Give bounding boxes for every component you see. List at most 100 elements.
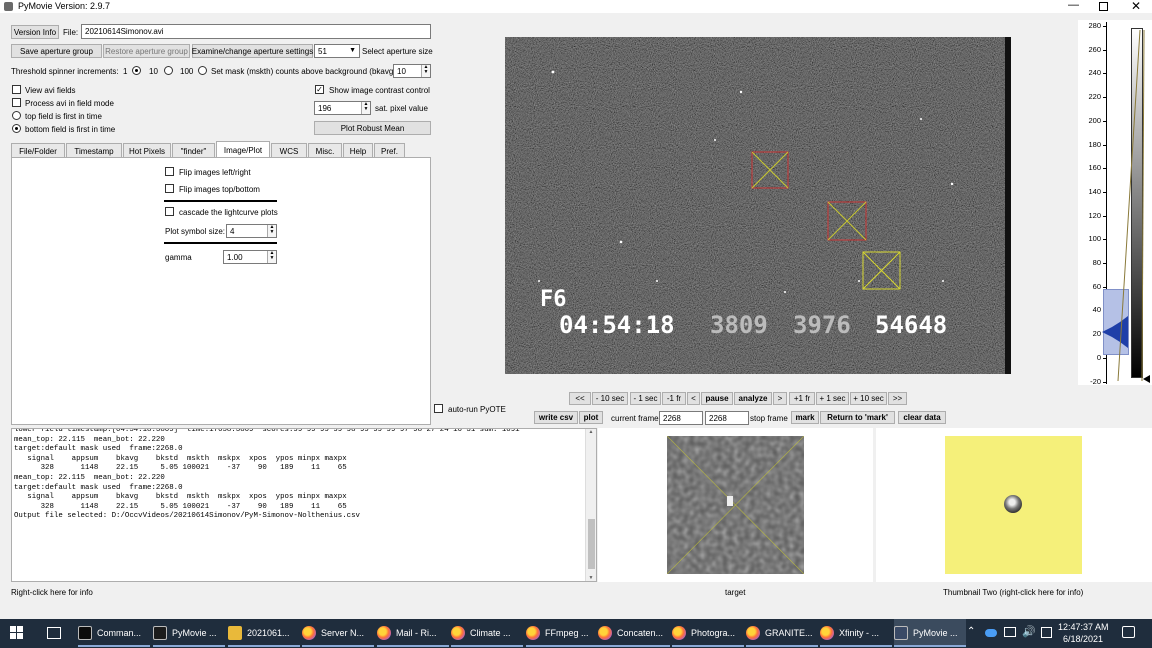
- sat-pixel-spinner[interactable]: 196 ▲ ▼: [314, 101, 371, 115]
- thumbnail-two[interactable]: [945, 436, 1082, 574]
- current-frame-field[interactable]: 2268: [659, 411, 703, 425]
- plot-symbol-spinner[interactable]: 4 ▲ ▼: [226, 224, 277, 238]
- log-scrollbar[interactable]: ▲ ▼: [585, 429, 596, 581]
- scroll-down-icon[interactable]: ▼: [586, 575, 596, 581]
- taskbar-item[interactable]: Photogra...: [672, 619, 744, 647]
- tab-filefolder[interactable]: File/Folder: [11, 143, 65, 158]
- tray-chevron-icon[interactable]: ⌃: [967, 626, 975, 637]
- return-to-mark-button[interactable]: Return to 'mark': [820, 411, 895, 424]
- scroll-up-icon[interactable]: ▲: [586, 429, 596, 435]
- write-csv-button[interactable]: write csv: [534, 411, 578, 424]
- taskbar-item-label: GRANITE...: [765, 628, 813, 638]
- spinner-arrows-icon[interactable]: ▲ ▼: [267, 225, 276, 237]
- taskbar-item[interactable]: Climate ...: [451, 619, 523, 647]
- flip-tb-label: Flip images top/bottom: [179, 185, 260, 194]
- tab-pref[interactable]: Pref.: [374, 143, 405, 158]
- taskbar-item[interactable]: Comman...: [78, 619, 150, 647]
- tab-help[interactable]: Help: [343, 143, 373, 158]
- spinner-arrows-icon[interactable]: ▲ ▼: [421, 65, 430, 77]
- nav-button-1[interactable]: - 10 sec: [592, 392, 628, 405]
- aperture-size-value: 51: [318, 46, 327, 56]
- mask-spinner[interactable]: 10 ▲ ▼: [393, 64, 431, 78]
- nav-button-5[interactable]: pause: [701, 392, 733, 405]
- video-frame[interactable]: F6 04:54:18 3809 3976 54648: [505, 37, 1011, 374]
- tab-timestamp[interactable]: Timestamp: [66, 143, 122, 158]
- view-avi-fields-checkbox[interactable]: [12, 85, 21, 94]
- top-field-first-radio[interactable]: [12, 111, 21, 120]
- notification-icon[interactable]: [1122, 626, 1135, 638]
- task-view-icon[interactable]: [47, 627, 61, 639]
- file-field[interactable]: 20210614Simonov.avi: [81, 24, 431, 39]
- volume-icon[interactable]: 🔊: [1022, 625, 1036, 638]
- clock-time[interactable]: 12:47:37 AM: [1058, 622, 1109, 632]
- network-icon[interactable]: [1004, 627, 1016, 637]
- contrast-pointer-icon[interactable]: [1143, 375, 1150, 383]
- aperture-size-select[interactable]: 51 ▼: [314, 44, 360, 58]
- bottom-field-first-radio[interactable]: [12, 124, 21, 133]
- log-line: target:default mask used frame:2268.0: [14, 445, 183, 454]
- nav-button-9[interactable]: + 1 sec: [816, 392, 849, 405]
- clear-data-button[interactable]: clear data: [898, 411, 946, 424]
- taskbar-item[interactable]: Concaten...: [598, 619, 670, 647]
- taskbar-item[interactable]: PyMovie ...: [894, 619, 966, 647]
- tab-finder[interactable]: "finder": [172, 143, 215, 158]
- onedrive-icon[interactable]: [985, 629, 997, 637]
- nav-button-0[interactable]: <<: [569, 392, 591, 405]
- process-avi-checkbox[interactable]: [12, 98, 21, 107]
- minimize-icon[interactable]: —: [1068, 0, 1079, 11]
- target-thumbnail[interactable]: [667, 436, 804, 574]
- taskbar-item[interactable]: GRANITE...: [746, 619, 818, 647]
- auto-run-pyote-checkbox[interactable]: [434, 404, 443, 413]
- examine-aperture-button[interactable]: Examine/change aperture settings: [192, 44, 313, 58]
- inc-10-radio[interactable]: [164, 66, 173, 75]
- cascade-checkbox[interactable]: [165, 207, 174, 216]
- restore-aperture-group-button[interactable]: Restore aperture group: [103, 44, 190, 58]
- tab-misc[interactable]: Misc.: [308, 143, 342, 158]
- nav-button-7[interactable]: >: [773, 392, 787, 405]
- scroll-thumb[interactable]: [588, 519, 595, 569]
- maximize-icon[interactable]: [1099, 2, 1108, 11]
- gamma-spinner[interactable]: 1.00 ▲ ▼: [223, 250, 277, 264]
- nav-button-10[interactable]: + 10 sec: [850, 392, 887, 405]
- flip-tb-checkbox[interactable]: [165, 184, 174, 193]
- taskbar-item[interactable]: Mail - Ri...: [377, 619, 449, 647]
- mark-button[interactable]: mark: [791, 411, 819, 424]
- stop-frame-field[interactable]: 2268: [705, 411, 749, 425]
- close-icon[interactable]: ✕: [1131, 0, 1141, 13]
- histogram-tick-label: 120: [1088, 210, 1101, 220]
- nav-button-8[interactable]: +1 fr: [789, 392, 815, 405]
- cascade-label: cascade the lightcurve plots: [179, 208, 278, 217]
- tab-imageplot[interactable]: Image/Plot: [216, 141, 270, 158]
- spinner-arrows-icon[interactable]: ▲ ▼: [361, 102, 370, 114]
- nav-button-3[interactable]: -1 fr: [662, 392, 686, 405]
- mask-radio[interactable]: [198, 66, 207, 75]
- taskbar-item[interactable]: 2021061...: [228, 619, 300, 647]
- plot-button[interactable]: plot: [579, 411, 603, 424]
- nav-button-11[interactable]: >>: [888, 392, 907, 405]
- nav-button-6[interactable]: analyze: [734, 392, 772, 405]
- thumbnail-two-label: Thumbnail Two (right-click here for info…: [943, 588, 1084, 597]
- log-output[interactable]: lower field timestamp:[04:54:18.3809] ti…: [11, 428, 597, 582]
- nav-button-4[interactable]: <: [687, 392, 700, 405]
- taskbar-item[interactable]: FFmpeg ...: [526, 619, 598, 647]
- contrast-lines[interactable]: [1112, 26, 1152, 386]
- plot-robust-mean-button[interactable]: Plot Robust Mean: [314, 121, 431, 135]
- flip-lr-checkbox[interactable]: [165, 167, 174, 176]
- nav-button-2[interactable]: - 1 sec: [630, 392, 661, 405]
- taskbar-item[interactable]: Server N...: [302, 619, 374, 647]
- show-contrast-checkbox[interactable]: ✓: [315, 85, 324, 94]
- windows-start-icon[interactable]: [10, 626, 24, 640]
- log-line: Output file selected: D:/OccvVideos/2021…: [14, 512, 360, 521]
- taskbar-item[interactable]: PyMovie ...: [153, 619, 225, 647]
- version-info-button[interactable]: Version Info: [11, 25, 59, 39]
- spinner-arrows-icon[interactable]: ▲ ▼: [267, 251, 276, 263]
- save-aperture-group-button[interactable]: Save aperture group: [11, 44, 102, 58]
- timestamp-field-1: 3809: [710, 311, 768, 339]
- clock-date[interactable]: 6/18/2021: [1063, 634, 1103, 644]
- language-icon[interactable]: [1041, 627, 1052, 638]
- timestamp-time: 04:54:18: [559, 311, 675, 339]
- tab-wcs[interactable]: WCS: [271, 143, 307, 158]
- tab-hotpixels[interactable]: Hot Pixels: [123, 143, 171, 158]
- inc-1-radio[interactable]: [132, 66, 141, 75]
- taskbar-item[interactable]: Xfinity - ...: [820, 619, 892, 647]
